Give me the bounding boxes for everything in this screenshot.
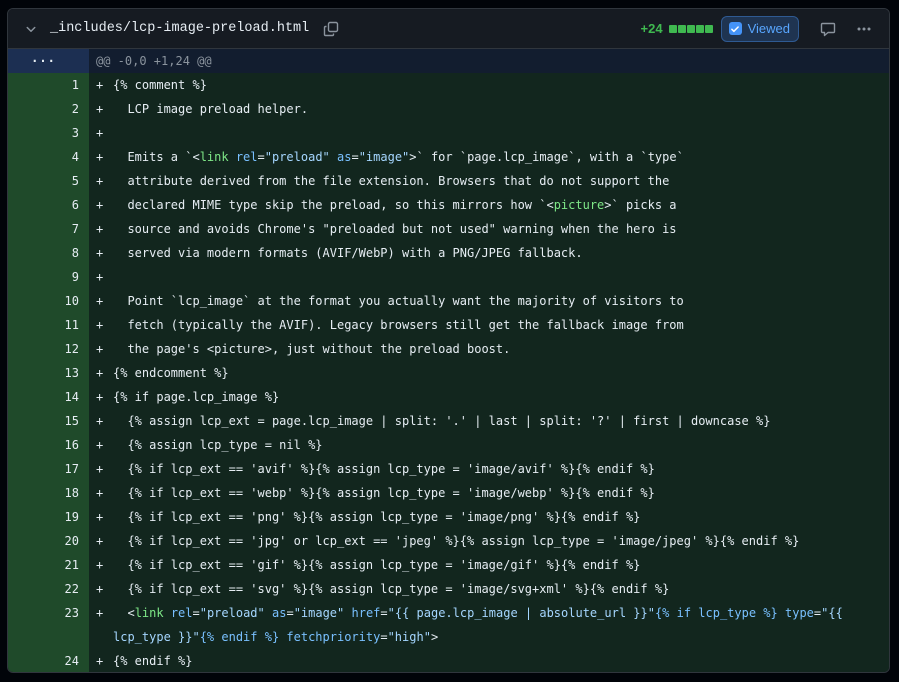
line-number[interactable]: 22: [8, 577, 89, 601]
line-number[interactable]: 23: [8, 601, 89, 649]
diff-line: 19 + {% if lcp_ext == 'png' %}{% assign …: [8, 505, 889, 529]
diff-line: 15 + {% assign lcp_ext = page.lcp_image …: [8, 409, 889, 433]
code-line: Point `lcp_image` at the format you actu…: [113, 294, 684, 308]
code-line: declared MIME type skip the preload, so …: [113, 198, 677, 212]
line-number[interactable]: 20: [8, 529, 89, 553]
line-number[interactable]: 13: [8, 361, 89, 385]
diff-table: ··· @@ -0,0 +1,24 @@ 1 + {% comment %} 2 …: [8, 49, 889, 672]
diff-line: 22 + {% if lcp_ext == 'svg' %}{% assign …: [8, 577, 889, 601]
line-number[interactable]: 2: [8, 97, 89, 121]
line-number[interactable]: 3: [8, 121, 89, 145]
line-number[interactable]: 10: [8, 289, 89, 313]
line-number[interactable]: 8: [8, 241, 89, 265]
viewed-toggle[interactable]: Viewed: [720, 15, 799, 42]
diff-file: _includes/lcp-image-preload.html +24 Vie…: [7, 8, 890, 673]
diff-line: 23 + <link rel="preload" as="image" href…: [8, 601, 889, 649]
more-options-button[interactable]: [853, 18, 875, 40]
code-line: {% assign lcp_type = nil %}: [113, 438, 323, 452]
line-number[interactable]: 17: [8, 457, 89, 481]
line-number[interactable]: 12: [8, 337, 89, 361]
diff-line: 12 + the page's <picture>, just without …: [8, 337, 889, 361]
diff-line: 18 + {% if lcp_ext == 'webp' %}{% assign…: [8, 481, 889, 505]
diff-line: 1 + {% comment %}: [8, 73, 889, 97]
kebab-horizontal-icon: [857, 27, 871, 30]
copy-icon: [324, 21, 339, 36]
hunk-header: @@ -0,0 +1,24 @@: [96, 54, 212, 68]
line-number[interactable]: 5: [8, 169, 89, 193]
line-number[interactable]: 15: [8, 409, 89, 433]
diff-line: 16 + {% assign lcp_type = nil %}: [8, 433, 889, 457]
code-line: {% comment %}: [113, 78, 207, 92]
hunk-header-row: ··· @@ -0,0 +1,24 @@: [8, 49, 889, 73]
diff-line: 10 + Point `lcp_image` at the format you…: [8, 289, 889, 313]
code-line-continuation: lcp_type }}"{% endif %} fetchpriority="h…: [113, 630, 439, 644]
checkbox-checked-icon: [728, 22, 742, 35]
expand-hunk-button[interactable]: ···: [8, 49, 89, 73]
code-line: {% if lcp_ext == 'gif' %}{% assign lcp_t…: [113, 558, 641, 572]
code-line: {% assign lcp_ext = page.lcp_image | spl…: [113, 414, 771, 428]
line-number[interactable]: 24: [8, 649, 89, 672]
code-line: {% if lcp_ext == 'jpg' or lcp_ext == 'jp…: [113, 534, 800, 548]
code-line: Emits a `<link rel="preload" as="image">…: [113, 150, 684, 164]
comment-button[interactable]: [817, 18, 839, 40]
code-line: {% endcomment %}: [113, 366, 229, 380]
code-line: {% if lcp_ext == 'png' %}{% assign lcp_t…: [113, 510, 641, 524]
code-line: {% if lcp_ext == 'svg' %}{% assign lcp_t…: [113, 582, 670, 596]
line-number[interactable]: 19: [8, 505, 89, 529]
line-number[interactable]: 1: [8, 73, 89, 97]
line-number[interactable]: 16: [8, 433, 89, 457]
diff-line: 24 + {% endif %}: [8, 649, 889, 672]
additions-count: +24: [640, 21, 663, 36]
diff-line: 7 + source and avoids Chrome's "preloade…: [8, 217, 889, 241]
file-path[interactable]: _includes/lcp-image-preload.html: [50, 21, 309, 36]
diff-line: 11 + fetch (typically the AVIF). Legacy …: [8, 313, 889, 337]
code-line: fetch (typically the AVIF). Legacy brows…: [113, 318, 684, 332]
code-line: {% endif %}: [113, 654, 193, 668]
code-line: <link rel="preload" as="image" href="{{ …: [113, 606, 843, 620]
diffstat: +24: [641, 21, 713, 36]
file-header: _includes/lcp-image-preload.html +24 Vie…: [8, 9, 889, 49]
viewed-label: Viewed: [747, 21, 790, 36]
code-line: the page's <picture>, just without the p…: [113, 342, 511, 356]
line-number[interactable]: 11: [8, 313, 89, 337]
diff-line: 21 + {% if lcp_ext == 'gif' %}{% assign …: [8, 553, 889, 577]
diff-line: 3 +: [8, 121, 889, 145]
code-line: {% if page.lcp_image %}: [113, 390, 280, 404]
code-line: {% if lcp_ext == 'webp' %}{% assign lcp_…: [113, 486, 655, 500]
code-line: attribute derived from the file extensio…: [113, 174, 670, 188]
line-number[interactable]: 18: [8, 481, 89, 505]
diff-line: 2 + LCP image preload helper.: [8, 97, 889, 121]
chevron-down-icon: [26, 26, 36, 32]
line-number[interactable]: 21: [8, 553, 89, 577]
diff-line: 9 +: [8, 265, 889, 289]
code-line: served via modern formats (AVIF/WebP) wi…: [113, 246, 583, 260]
line-number[interactable]: 7: [8, 217, 89, 241]
diff-line: 5 + attribute derived from the file exte…: [8, 169, 889, 193]
diff-line: 14 + {% if page.lcp_image %}: [8, 385, 889, 409]
line-number[interactable]: 9: [8, 265, 89, 289]
collapse-button[interactable]: [20, 18, 42, 40]
line-number[interactable]: 14: [8, 385, 89, 409]
copy-path-button[interactable]: [321, 19, 341, 39]
diff-line: 13 + {% endcomment %}: [8, 361, 889, 385]
code-line: LCP image preload helper.: [113, 102, 309, 116]
diff-line: 4 + Emits a `<link rel="preload" as="ima…: [8, 145, 889, 169]
diff-line: 6 + declared MIME type skip the preload,…: [8, 193, 889, 217]
line-number[interactable]: 4: [8, 145, 89, 169]
code-line: {% if lcp_ext == 'avif' %}{% assign lcp_…: [113, 462, 655, 476]
comment-icon: [820, 22, 836, 36]
code-line: source and avoids Chrome's "preloaded bu…: [113, 222, 677, 236]
diffstat-blocks: [668, 24, 713, 33]
diff-line: 17 + {% if lcp_ext == 'avif' %}{% assign…: [8, 457, 889, 481]
line-number[interactable]: 6: [8, 193, 89, 217]
diff-line: 20 + {% if lcp_ext == 'jpg' or lcp_ext =…: [8, 529, 889, 553]
diff-line: 8 + served via modern formats (AVIF/WebP…: [8, 241, 889, 265]
